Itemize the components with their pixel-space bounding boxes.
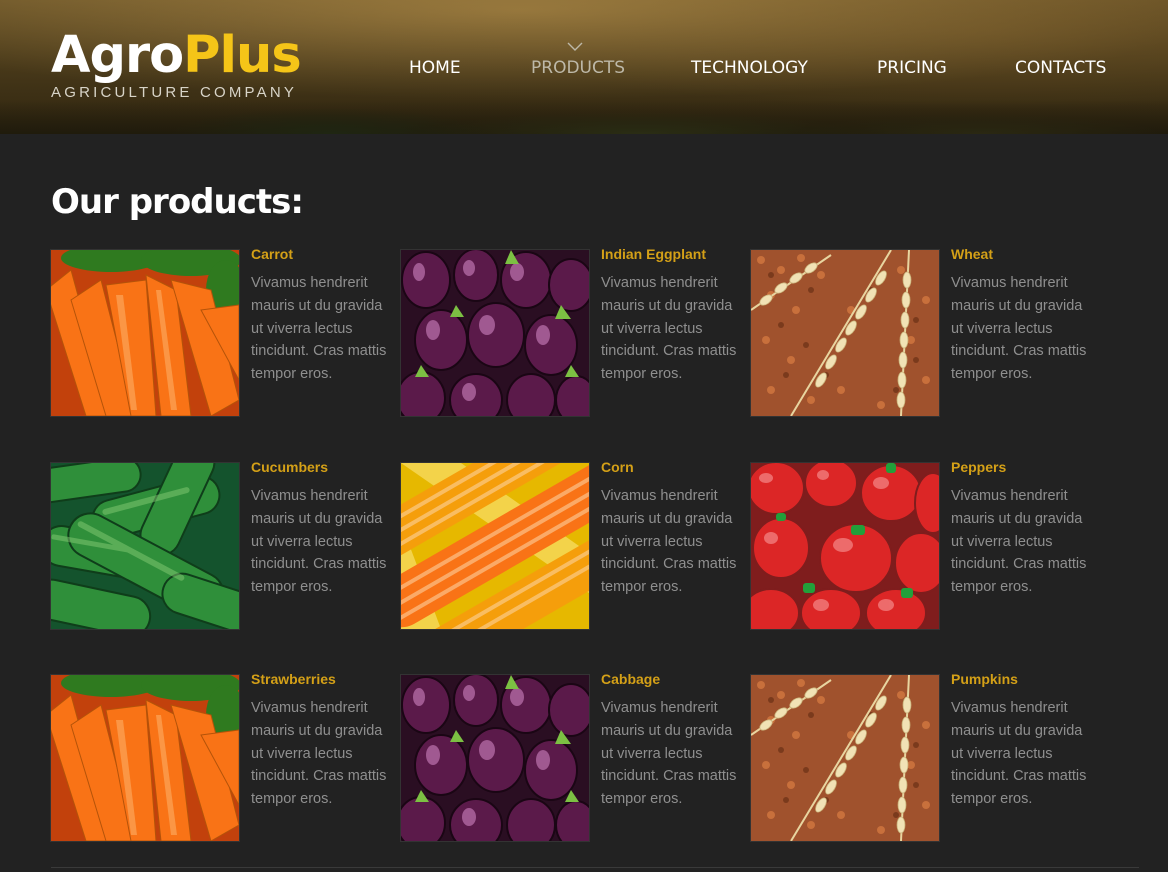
logo-plus: Plus [183, 26, 302, 85]
carrots-image [51, 250, 239, 416]
logo-agro: Agro [51, 26, 184, 85]
product-description: Vivamus hendrerit mauris ut du gravida u… [951, 488, 1087, 596]
product-name[interactable]: Carrot [251, 246, 293, 262]
eggplant-image [401, 250, 589, 416]
logo-wordmark: AgroPlus [51, 26, 302, 86]
product-image-corn[interactable] [401, 463, 589, 629]
wheat-image [751, 675, 939, 841]
product-card-strawberries: Strawberries Vivamus hendrerit mauris ut… [51, 671, 391, 845]
product-image-cucumbers[interactable] [51, 463, 239, 629]
product-name[interactable]: Strawberries [251, 671, 336, 687]
product-description: Vivamus hendrerit mauris ut du gravida u… [601, 488, 737, 596]
peppers-image [751, 463, 939, 629]
nav-pricing[interactable]: PRICING [877, 58, 947, 78]
nav-contacts[interactable]: CONTACTS [1015, 58, 1106, 78]
product-card-carrot: Carrot Vivamus hendrerit mauris ut du gr… [51, 246, 391, 420]
nav-home[interactable]: HOME [409, 58, 461, 78]
product-description: Vivamus hendrerit mauris ut du gravida u… [251, 275, 387, 383]
cucumbers-image [51, 463, 239, 629]
product-card-pumpkins: Pumpkins Vivamus hendrerit mauris ut du … [751, 671, 1091, 845]
product-name[interactable]: Cabbage [601, 671, 660, 687]
header-landscape [0, 100, 1168, 134]
product-image-indian-eggplant[interactable] [401, 250, 589, 416]
product-description: Vivamus hendrerit mauris ut du gravida u… [251, 700, 387, 808]
chevron-down-icon [567, 42, 583, 51]
product-description: Vivamus hendrerit mauris ut du gravida u… [601, 275, 737, 383]
product-description: Vivamus hendrerit mauris ut du gravida u… [951, 700, 1087, 808]
section-divider [51, 867, 1139, 868]
product-name[interactable]: Corn [601, 459, 634, 475]
product-card-wheat: Wheat Vivamus hendrerit mauris ut du gra… [751, 246, 1091, 420]
wheat-image [751, 250, 939, 416]
product-image-cabbage[interactable] [401, 675, 589, 841]
site-logo[interactable]: AgroPlus AGRICULTURE COMPANY [51, 26, 302, 101]
nav-products[interactable]: PRODUCTS [531, 42, 626, 78]
nav-products-label: PRODUCTS [531, 58, 626, 78]
site-header: AgroPlus AGRICULTURE COMPANY HOME PRODUC… [0, 0, 1168, 134]
product-image-carrot[interactable] [51, 250, 239, 416]
product-card-indian-eggplant: Indian Eggplant Vivamus hendrerit mauris… [401, 246, 741, 420]
product-card-cabbage: Cabbage Vivamus hendrerit mauris ut du g… [401, 671, 741, 845]
product-card-corn: Corn Vivamus hendrerit mauris ut du grav… [401, 459, 741, 633]
product-name[interactable]: Pumpkins [951, 671, 1018, 687]
product-image-pumpkins[interactable] [751, 675, 939, 841]
product-name[interactable]: Indian Eggplant [601, 246, 706, 262]
product-image-peppers[interactable] [751, 463, 939, 629]
carrots-image [51, 675, 239, 841]
logo-tagline: AGRICULTURE COMPANY [51, 84, 298, 101]
product-card-peppers: Peppers Vivamus hendrerit mauris ut du g… [751, 459, 1091, 633]
product-image-strawberries[interactable] [51, 675, 239, 841]
product-card-cucumbers: Cucumbers Vivamus hendrerit mauris ut du… [51, 459, 391, 633]
product-image-wheat[interactable] [751, 250, 939, 416]
product-name[interactable]: Wheat [951, 246, 993, 262]
eggplant-image [401, 675, 589, 841]
product-description: Vivamus hendrerit mauris ut du gravida u… [601, 700, 737, 808]
product-name[interactable]: Peppers [951, 459, 1006, 475]
product-description: Vivamus hendrerit mauris ut du gravida u… [251, 488, 387, 596]
corn-image [401, 463, 589, 629]
product-name[interactable]: Cucumbers [251, 459, 328, 475]
product-description: Vivamus hendrerit mauris ut du gravida u… [951, 275, 1087, 383]
page-title: Our products: [51, 182, 304, 222]
nav-technology[interactable]: TECHNOLOGY [691, 58, 808, 78]
